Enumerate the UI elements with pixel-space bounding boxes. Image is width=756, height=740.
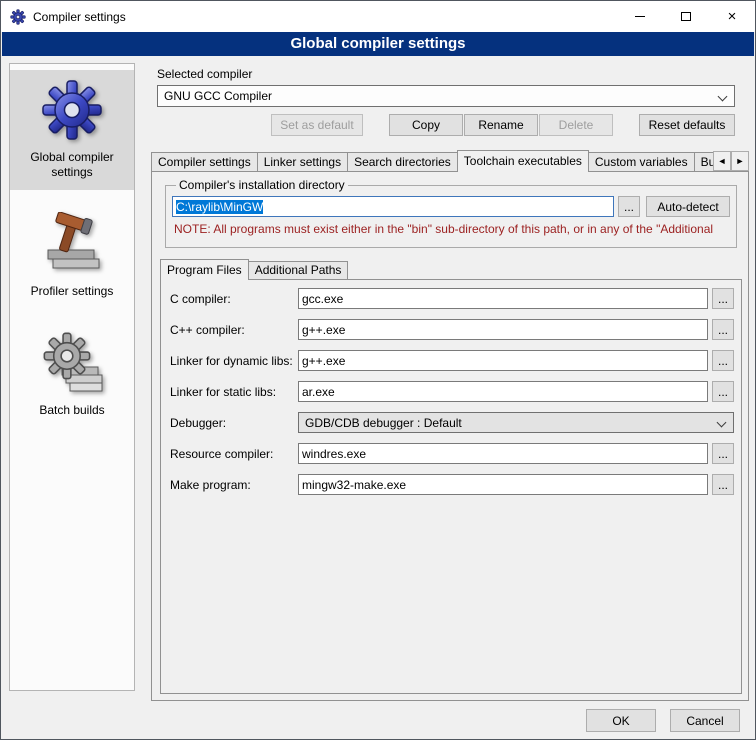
install-dir-group-label: Compiler's installation directory <box>176 178 348 192</box>
close-button[interactable]: × <box>709 1 755 32</box>
resource-compiler-input[interactable] <box>298 443 708 464</box>
reset-defaults-button[interactable]: Reset defaults <box>639 114 735 136</box>
c-compiler-label: C compiler: <box>170 292 298 306</box>
copy-button[interactable]: Copy <box>389 114 463 136</box>
tab-compiler-settings[interactable]: Compiler settings <box>151 152 258 171</box>
static-linker-label: Linker for static libs: <box>170 385 298 399</box>
set-as-default-button[interactable]: Set as default <box>271 114 363 136</box>
gray-gears-icon <box>40 331 104 395</box>
compiler-buttons-row: Set as default Copy Rename Delete Reset … <box>157 114 735 136</box>
tab-scroll-right-button[interactable]: ► <box>731 151 749 171</box>
sidebar-item-profiler-settings[interactable]: Profiler settings <box>10 204 134 309</box>
tab-custom-variables[interactable]: Custom variables <box>588 152 695 171</box>
blue-gear-icon <box>40 78 104 142</box>
c-compiler-row: C compiler: ... <box>170 288 734 309</box>
make-program-label: Make program: <box>170 478 298 492</box>
debugger-label: Debugger: <box>170 416 298 430</box>
sidebar: Global compiler settings Profiler settin… <box>9 63 135 691</box>
program-files-panel: C compiler: ... C++ compiler: ... Linker… <box>160 279 742 694</box>
static-linker-input[interactable] <box>298 381 708 402</box>
sidebar-item-label: Global compiler settings <box>12 150 132 180</box>
install-dir-input[interactable]: C:\raylib\MinGW <box>172 196 614 217</box>
dynamic-linker-browse-button[interactable]: ... <box>712 350 734 371</box>
subtab-program-files[interactable]: Program Files <box>160 259 249 280</box>
tab-scroll-left-button[interactable]: ◄ <box>713 151 731 171</box>
cpp-compiler-label: C++ compiler: <box>170 323 298 337</box>
cpp-compiler-input[interactable] <box>298 319 708 340</box>
static-linker-browse-button[interactable]: ... <box>712 381 734 402</box>
ok-button[interactable]: OK <box>586 709 656 732</box>
minimize-icon <box>635 16 645 17</box>
debugger-row: Debugger: GDB/CDB debugger : Default <box>170 412 734 433</box>
dynamic-linker-input[interactable] <box>298 350 708 371</box>
cpp-compiler-browse-button[interactable]: ... <box>712 319 734 340</box>
compiler-select[interactable]: GNU GCC Compiler <box>157 85 735 107</box>
sidebar-item-global-compiler-settings[interactable]: Global compiler settings <box>10 70 134 190</box>
dynamic-linker-label: Linker for dynamic libs: <box>170 354 298 368</box>
autodetect-button[interactable]: Auto-detect <box>646 196 730 217</box>
rename-button[interactable]: Rename <box>464 114 538 136</box>
maximize-icon <box>681 12 691 21</box>
toolchain-executables-panel: Compiler's installation directory C:\ray… <box>151 171 749 701</box>
subtab-additional-paths[interactable]: Additional Paths <box>248 261 349 279</box>
sidebar-item-label: Profiler settings <box>12 284 132 299</box>
sidebar-item-label: Batch builds <box>12 403 132 418</box>
page-title: Global compiler settings <box>2 32 754 56</box>
selected-compiler-label: Selected compiler <box>157 67 252 81</box>
minimize-button[interactable] <box>617 1 663 32</box>
maximize-button[interactable] <box>663 1 709 32</box>
install-dir-selected-text: C:\raylib\MinGW <box>176 200 263 214</box>
tab-search-directories[interactable]: Search directories <box>347 152 458 171</box>
install-dir-browse-button[interactable]: ... <box>618 196 640 217</box>
make-program-row: Make program: ... <box>170 474 734 495</box>
program-files-tabstrip: Program Files Additional Paths <box>160 259 347 280</box>
static-linker-row: Linker for static libs: ... <box>170 381 734 402</box>
resource-compiler-row: Resource compiler: ... <box>170 443 734 464</box>
resource-compiler-browse-button[interactable]: ... <box>712 443 734 464</box>
cpp-compiler-row: C++ compiler: ... <box>170 319 734 340</box>
make-program-browse-button[interactable]: ... <box>712 474 734 495</box>
c-compiler-input[interactable] <box>298 288 708 309</box>
note-text: NOTE: All programs must exist either in … <box>174 222 730 236</box>
profiler-icon <box>40 212 104 276</box>
c-compiler-browse-button[interactable]: ... <box>712 288 734 309</box>
chevron-down-icon <box>717 418 727 428</box>
debugger-select[interactable]: GDB/CDB debugger : Default <box>298 412 734 433</box>
cancel-button[interactable]: Cancel <box>670 709 740 732</box>
app-icon <box>10 9 26 25</box>
resource-compiler-label: Resource compiler: <box>170 447 298 461</box>
debugger-select-value: GDB/CDB debugger : Default <box>305 416 462 430</box>
tab-toolchain-executables[interactable]: Toolchain executables <box>457 150 589 172</box>
titlebar: Compiler settings × <box>1 1 755 32</box>
settings-tabstrip: Compiler settings Linker settings Search… <box>151 150 749 172</box>
compiler-select-value: GNU GCC Compiler <box>164 89 272 103</box>
sidebar-item-batch-builds[interactable]: Batch builds <box>10 323 134 428</box>
window-title: Compiler settings <box>33 10 126 24</box>
compiler-settings-dialog: Compiler settings × Global compiler sett… <box>0 0 756 740</box>
chevron-down-icon <box>718 92 728 102</box>
tab-linker-settings[interactable]: Linker settings <box>257 152 348 171</box>
delete-button[interactable]: Delete <box>539 114 613 136</box>
make-program-input[interactable] <box>298 474 708 495</box>
close-icon: × <box>728 9 737 24</box>
dynamic-linker-row: Linker for dynamic libs: ... <box>170 350 734 371</box>
install-dir-groupbox: Compiler's installation directory C:\ray… <box>165 178 737 248</box>
